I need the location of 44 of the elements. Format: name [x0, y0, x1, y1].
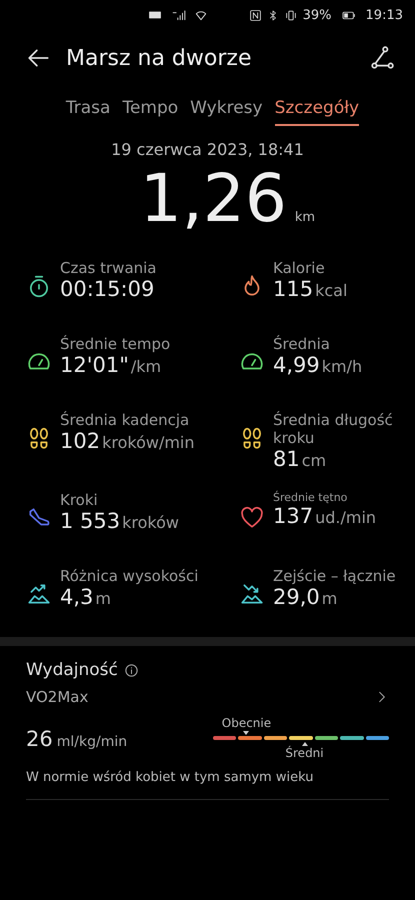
metric-label: Średnie tempo — [60, 335, 170, 353]
metric-label: Kroki — [60, 491, 99, 509]
tab[interactable]: Szczegóły — [274, 94, 360, 126]
metric-name: VO2Max — [26, 688, 88, 706]
metric-label: Zejście – łącznie — [273, 567, 396, 585]
metric-label: Kalorie — [273, 259, 326, 277]
distance-value: 1,26 — [140, 159, 287, 239]
tab[interactable]: Tempo — [122, 94, 178, 126]
marker-down-icon — [243, 731, 250, 735]
nfc-icon — [248, 8, 262, 22]
workout-date: 19 czerwca 2023, 18:41 — [111, 140, 304, 159]
metric-value: 29,0 m — [273, 585, 338, 609]
metric-value: 81 cm — [273, 447, 328, 471]
metric-value: 1 553 kroków — [60, 509, 179, 533]
tab[interactable]: Trasa — [66, 94, 110, 126]
battery-percent: 39% — [302, 8, 332, 22]
metric-value: 12'01"/km — [60, 353, 162, 377]
section-title: Wydajność — [26, 660, 118, 680]
norm-note: W normie wśród kobiet w tym samym wieku — [26, 770, 389, 800]
metric-value: 4,3 m — [60, 585, 112, 609]
tab[interactable]: Wykresy — [190, 94, 263, 126]
scale-label: Obecnie — [222, 716, 272, 730]
metric-label: Średnia kadencja — [60, 411, 190, 429]
share-button[interactable] — [369, 45, 395, 71]
metric-value: 137 ud./min — [273, 504, 376, 528]
share-nodes-icon — [369, 45, 395, 71]
metric-label: Średnia długość kroku — [273, 411, 394, 447]
metric-label: Średnie tętno — [273, 491, 348, 504]
info-icon — [124, 662, 139, 678]
distance-unit: km — [294, 210, 316, 225]
clock: 19:13 — [366, 8, 403, 22]
metric-value: 4,99 km/h — [273, 353, 362, 377]
info-button[interactable] — [124, 662, 139, 678]
vo2max-value: 26 ml/kg/min — [26, 727, 128, 751]
metric-value: 115 kcal — [273, 277, 348, 301]
metric-value: 102 kroków/min — [60, 429, 195, 453]
vibrate-icon — [284, 8, 298, 22]
scale-label: Średni — [285, 746, 324, 760]
metric-label: Średnia — [273, 335, 331, 353]
metric-label: Czas trwania — [60, 259, 156, 277]
metric-value: 00:15:09 — [60, 277, 156, 301]
metric-label: Różnica wysokości — [60, 567, 198, 585]
marker-up-icon — [302, 742, 308, 746]
page-title: Marsz na dworze — [66, 46, 252, 70]
